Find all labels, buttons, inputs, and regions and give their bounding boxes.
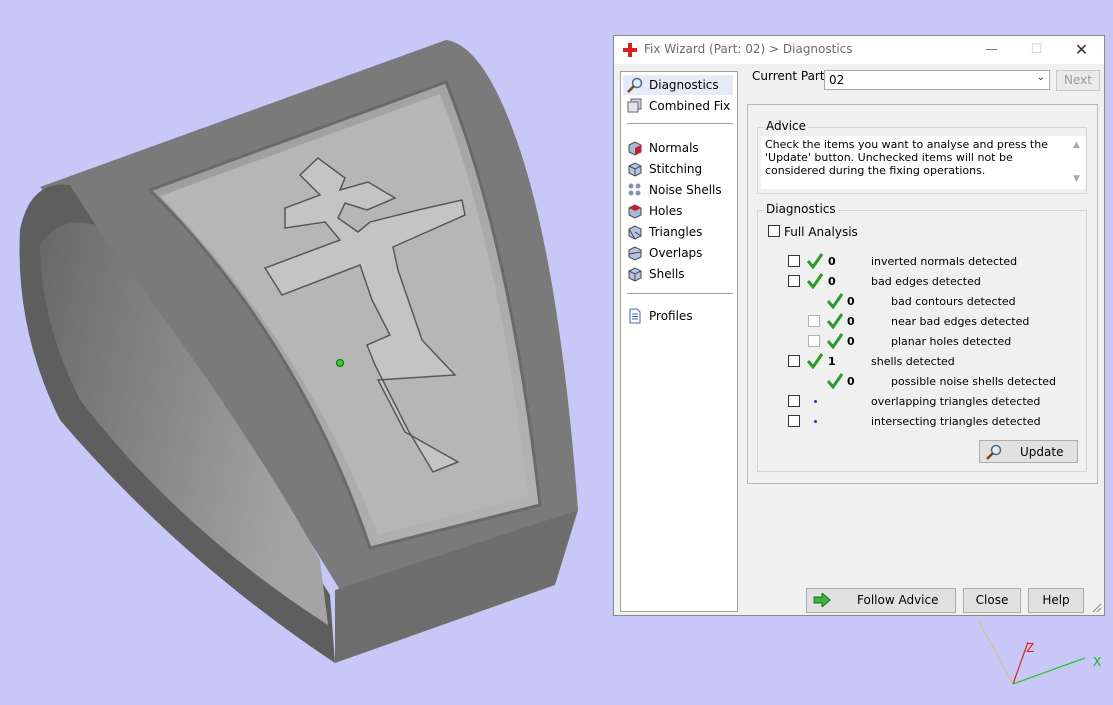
shells-checkbox[interactable] [788,355,800,367]
nav-item-overlaps[interactable]: Overlaps [623,243,733,263]
check-icon [827,313,843,329]
nav-item-profiles[interactable]: Profiles [623,306,733,326]
wizard-nav: Diagnostics Combined Fix Normals Stitchi… [620,71,738,612]
planar-holes-label: planar holes detected [891,335,1012,348]
check-icon [807,273,823,289]
nav-item-normals[interactable]: Normals [623,138,733,158]
document-icon [629,308,641,324]
pending-dot-icon [814,420,817,423]
check-icon [827,373,843,389]
diagnostics-group: Diagnostics Full Analysis 0 inverted nor… [757,202,1087,472]
full-analysis-checkbox[interactable] [768,225,780,237]
window-close-button[interactable]: ✕ [1059,36,1104,64]
shells-label: shells detected [871,355,955,368]
combined-fix-icon [627,98,642,113]
intersecting-triangles-label: intersecting triangles detected [871,415,1041,428]
check-icon [827,333,843,349]
nav-item-shells[interactable]: Shells [623,264,733,284]
shells-count: 1 [828,355,836,368]
ring-model[interactable] [19,40,579,663]
pending-dot-icon [814,400,817,403]
advice-scrollbar[interactable]: ▲ ▼ [1069,136,1085,186]
overlapping-triangles-label: overlapping triangles detected [871,395,1041,408]
inverted-normals-count: 0 [828,255,836,268]
resize-grip-icon[interactable] [1092,603,1102,613]
check-icon [807,253,823,269]
bad-edges-label: bad edges detected [871,275,981,288]
red-cross-icon [623,43,637,57]
bad-contours-count: 0 [847,295,855,308]
advice-text: Check the items you want to analyse and … [765,138,1048,177]
full-analysis-label: Full Analysis [784,225,858,239]
overlaps-cube-icon [628,246,642,261]
diagnostics-title: Diagnostics [764,202,838,216]
planar-holes-checkbox[interactable] [808,335,820,347]
holes-cube-icon [628,204,642,219]
near-bad-edges-count: 0 [847,315,855,328]
inverted-normals-checkbox[interactable] [788,255,800,267]
z-axis-label: Z [1026,641,1034,655]
dialog-title: Fix Wizard (Part: 02) > Diagnostics [644,42,853,56]
follow-advice-button[interactable]: Follow Advice [806,588,956,613]
nav-item-noise-shells[interactable]: Noise Shells [623,180,733,200]
title-bar[interactable]: Fix Wizard (Part: 02) > Diagnostics — ☐ … [614,36,1104,64]
arrow-right-icon [813,593,831,607]
nav-item-diagnostics[interactable]: Diagnostics [623,75,733,95]
check-icon [827,293,843,309]
overlapping-triangles-checkbox[interactable] [788,395,800,407]
triangles-cube-icon [628,225,642,240]
maximize-button[interactable]: ☐ [1014,36,1059,64]
check-icon [807,353,823,369]
magnifier-icon [627,77,643,93]
help-button[interactable]: Help [1028,588,1084,613]
nav-item-stitching[interactable]: Stitching [623,159,733,179]
close-button[interactable]: Close [963,588,1021,613]
nav-item-combined-fix[interactable]: Combined Fix [623,96,733,116]
x-axis-label: X [1093,655,1101,669]
nav-item-triangles[interactable]: Triangles [623,222,733,242]
advice-title: Advice [764,119,809,133]
normals-cube-icon [628,141,642,156]
near-bad-edges-label: near bad edges detected [891,315,1030,328]
advice-box: Check the items you want to analyse and … [761,136,1085,189]
intersecting-triangles-checkbox[interactable] [788,415,800,427]
shells-cube-icon [628,267,642,282]
diagnostics-pane: Advice Check the items you want to analy… [747,104,1098,484]
bad-edges-count: 0 [828,275,836,288]
minimize-button[interactable]: — [969,36,1014,64]
noise-shells-label: possible noise shells detected [891,375,1057,388]
noise-shells-count: 0 [847,375,855,388]
current-part-select[interactable]: 02 ⌄ [824,70,1050,90]
chevron-down-icon: ⌄ [1036,72,1045,83]
near-bad-edges-checkbox[interactable] [808,315,820,327]
fix-wizard-dialog: Fix Wizard (Part: 02) > Diagnostics — ☐ … [613,35,1105,616]
axis-gizmo: Z X [977,620,1101,685]
magnifier-icon [986,444,1002,460]
planar-holes-count: 0 [847,335,855,348]
stitching-cube-icon [628,162,642,177]
bad-contours-label: bad contours detected [891,295,1016,308]
next-button[interactable]: Next [1056,70,1100,91]
noise-shells-icon [628,183,641,196]
bad-edges-checkbox[interactable] [788,275,800,287]
advice-group: Advice Check the items you want to analy… [757,119,1087,194]
current-part-label: Current Part: [752,69,829,83]
update-button[interactable]: Update [979,440,1078,463]
current-part-value: 02 [829,73,845,87]
nav-item-holes[interactable]: Holes [623,201,733,221]
inverted-normals-label: inverted normals detected [871,255,1018,268]
